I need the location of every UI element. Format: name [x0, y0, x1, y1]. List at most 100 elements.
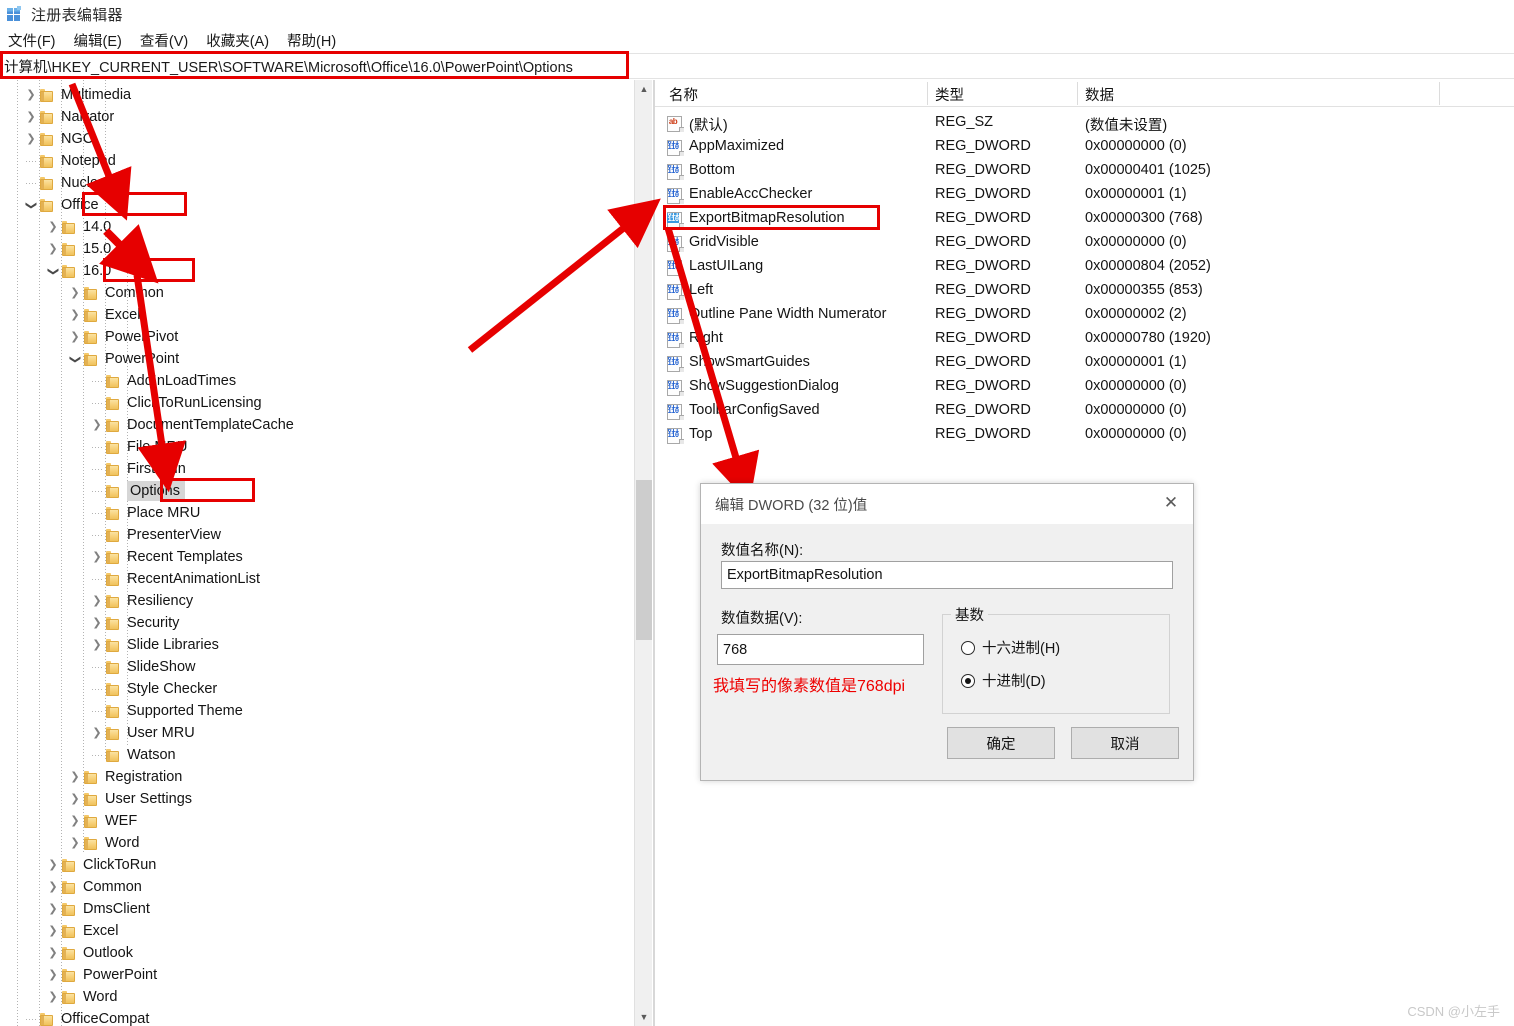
value-row[interactable]: 011 110 Bottom REG_DWORD 0x00000401 (1025) — [655, 160, 1514, 184]
menu-view[interactable]: 查看(V) — [138, 29, 190, 52]
tree-item[interactable]: ❯ Narrator — [22, 106, 634, 128]
tree-item-toggle[interactable]: ❯ — [44, 898, 62, 920]
radio-decimal-indicator[interactable] — [961, 673, 975, 688]
tree-item[interactable]: ❯ Security — [88, 612, 634, 634]
tree-item[interactable]: ClickToRunLicensing — [88, 392, 634, 414]
tree-item-toggle[interactable]: ❯ — [66, 766, 84, 788]
tree-item[interactable]: OfficeCompat — [22, 1008, 634, 1026]
cancel-button[interactable]: 取消 — [1071, 727, 1179, 759]
ok-button[interactable]: 确定 — [947, 727, 1055, 759]
tree-item[interactable]: ❯ WEF — [66, 810, 634, 832]
chevron-right-icon[interactable]: ❯ — [48, 991, 57, 1003]
tree-item[interactable]: ❯ Common — [44, 876, 634, 898]
chevron-right-icon[interactable]: ❯ — [70, 287, 79, 299]
tree-item[interactable]: Style Checker — [88, 678, 634, 700]
column-separator[interactable] — [1439, 82, 1440, 105]
registry-tree-pane[interactable]: ❯ Multimedia ❯ Narrator ❯ NGC Notepad Nucleus ❯ O… — [0, 80, 634, 1026]
value-row[interactable]: 011 110 ExportBitmapResolution REG_DWORD 0x0… — [655, 208, 1514, 232]
tree-item-toggle[interactable]: ❯ — [44, 216, 62, 238]
chevron-right-icon[interactable]: ❯ — [92, 617, 101, 629]
radio-hexadecimal[interactable]: 十六进制(H) — [961, 637, 1060, 658]
chevron-right-icon[interactable]: ❯ — [48, 969, 57, 981]
tree-item[interactable]: ❯ Outlook — [44, 942, 634, 964]
chevron-right-icon[interactable]: ❯ — [48, 859, 57, 871]
chevron-down-icon[interactable]: ❯ — [70, 354, 82, 363]
menu-favorites[interactable]: 收藏夹(A) — [204, 29, 271, 52]
tree-item[interactable]: ❯ DocumentTemplateCache — [88, 414, 634, 436]
tree-item-toggle[interactable]: ❯ — [44, 964, 62, 986]
tree-item[interactable]: Notepad — [22, 150, 634, 172]
chevron-right-icon[interactable]: ❯ — [26, 111, 35, 123]
chevron-right-icon[interactable]: ❯ — [48, 881, 57, 893]
chevron-right-icon[interactable]: ❯ — [92, 551, 101, 563]
tree-scrollbar[interactable]: ▲ ▼ — [634, 80, 652, 1026]
edit-dword-dialog[interactable]: 编辑 DWORD (32 位)值 ✕ 数值名称(N): ExportBitmap… — [700, 483, 1194, 781]
scroll-up-icon[interactable]: ▲ — [635, 80, 653, 98]
tree-item[interactable]: Nucleus — [22, 172, 634, 194]
chevron-right-icon[interactable]: ❯ — [70, 771, 79, 783]
column-separator[interactable] — [1077, 82, 1078, 105]
tree-item-toggle[interactable]: ❯ — [66, 810, 84, 832]
tree-item[interactable]: ❯ PowerPoint — [44, 964, 634, 986]
tree-item-toggle[interactable]: ❯ — [22, 106, 40, 128]
tree-item-toggle[interactable]: ❯ — [22, 84, 40, 106]
tree-item-toggle[interactable]: ❯ — [88, 414, 106, 436]
tree-item[interactable]: ❯ Recent Templates — [88, 546, 634, 568]
tree-item-toggle[interactable]: ❯ — [44, 920, 62, 942]
tree-item[interactable]: ❯ PowerPoint — [66, 348, 634, 370]
tree-item[interactable]: ❯ Common — [66, 282, 634, 304]
value-row[interactable]: 011 110 LastUILang REG_DWORD 0x00000804 (205… — [655, 256, 1514, 280]
tree-item-toggle[interactable]: ❯ — [66, 788, 84, 810]
value-row[interactable]: 011 110 Top REG_DWORD 0x00000000 (0) — [655, 424, 1514, 448]
value-row[interactable]: 011 110 ShowSuggestionDialog REG_DWORD 0x000… — [655, 376, 1514, 400]
value-data-input[interactable]: 768 — [717, 634, 924, 665]
column-header-data[interactable]: 数据 — [1085, 84, 1114, 105]
tree-item[interactable]: ❯ DmsClient — [44, 898, 634, 920]
value-name-input[interactable]: ExportBitmapResolution — [721, 561, 1173, 589]
tree-item-toggle[interactable]: ❯ — [88, 634, 106, 656]
radio-decimal[interactable]: 十进制(D) — [961, 670, 1046, 691]
chevron-right-icon[interactable]: ❯ — [92, 639, 101, 651]
tree-item[interactable]: ❯ Word — [44, 986, 634, 1008]
tree-item-toggle[interactable]: ❯ — [44, 260, 62, 282]
value-row[interactable]: 011 110 ShowSmartGuides REG_DWORD 0x00000001… — [655, 352, 1514, 376]
tree-item[interactable]: PresenterView — [88, 524, 634, 546]
tree-item[interactable]: Watson — [88, 744, 634, 766]
tree-item[interactable]: Place MRU — [88, 502, 634, 524]
value-row[interactable]: 011 110 AppMaximized REG_DWORD 0x00000000 (0… — [655, 136, 1514, 160]
scrollbar-thumb[interactable] — [636, 480, 652, 640]
radio-hexadecimal-indicator[interactable] — [961, 640, 975, 655]
chevron-right-icon[interactable]: ❯ — [92, 727, 101, 739]
chevron-right-icon[interactable]: ❯ — [48, 221, 57, 233]
chevron-right-icon[interactable]: ❯ — [92, 419, 101, 431]
tree-item[interactable]: ❯ Office — [22, 194, 634, 216]
chevron-right-icon[interactable]: ❯ — [48, 903, 57, 915]
tree-item-toggle[interactable]: ❯ — [66, 326, 84, 348]
tree-item[interactable]: RecentAnimationList — [88, 568, 634, 590]
chevron-right-icon[interactable]: ❯ — [48, 243, 57, 255]
value-row[interactable]: 011 110 Outline Pane Width Numerator REG_DW… — [655, 304, 1514, 328]
tree-item[interactable]: ❯ 14.0 — [44, 216, 634, 238]
tree-item[interactable]: First Run — [88, 458, 634, 480]
tree-item-toggle[interactable]: ❯ — [66, 282, 84, 304]
column-header-type[interactable]: 类型 — [935, 84, 964, 105]
tree-item-toggle[interactable]: ❯ — [44, 986, 62, 1008]
column-header-name[interactable]: 名称 — [669, 84, 698, 105]
value-row[interactable]: 011 110 EnableAccChecker REG_DWORD 0x0000000… — [655, 184, 1514, 208]
chevron-right-icon[interactable]: ❯ — [48, 947, 57, 959]
address-bar[interactable]: 计算机\HKEY_CURRENT_USER\SOFTWARE\Microsoft… — [0, 53, 1514, 79]
tree-item[interactable]: File MRU — [88, 436, 634, 458]
scroll-down-icon[interactable]: ▼ — [635, 1008, 653, 1026]
tree-item[interactable]: ❯ User Settings — [66, 788, 634, 810]
chevron-right-icon[interactable]: ❯ — [92, 595, 101, 607]
chevron-down-icon[interactable]: ❯ — [48, 266, 60, 275]
menu-edit[interactable]: 编辑(E) — [72, 29, 124, 52]
tree-item[interactable]: ❯ 15.0 — [44, 238, 634, 260]
chevron-right-icon[interactable]: ❯ — [70, 793, 79, 805]
chevron-right-icon[interactable]: ❯ — [70, 837, 79, 849]
tree-item-toggle[interactable]: ❯ — [66, 832, 84, 854]
chevron-right-icon[interactable]: ❯ — [70, 815, 79, 827]
chevron-right-icon[interactable]: ❯ — [48, 925, 57, 937]
column-separator[interactable] — [927, 82, 928, 105]
tree-item-toggle[interactable]: ❯ — [44, 854, 62, 876]
